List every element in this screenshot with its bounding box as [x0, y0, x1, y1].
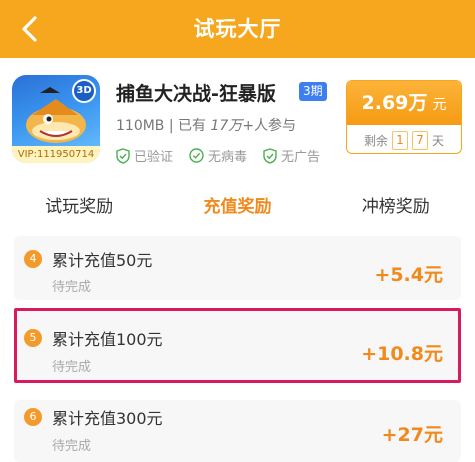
cert-label: 已验证: [134, 150, 174, 165]
task-number-badge: 4: [24, 250, 42, 268]
game-card: 3D VIP:111950714 捕鱼大决战-狂暴版 3期 110MB | 已有…: [0, 58, 475, 180]
meta-divider: |: [168, 118, 174, 134]
tab-ranking-reward[interactable]: 冲榜奖励: [317, 184, 475, 230]
app-header: 试玩大厅: [0, 0, 475, 58]
phase-badge: 3期: [299, 82, 327, 101]
tab-trial-reward[interactable]: 试玩奖励: [0, 184, 158, 230]
vip-id-tag: VIP:111950714: [12, 146, 100, 163]
participants-prefix: 已有: [178, 118, 207, 134]
task-status: 待完成: [52, 439, 92, 454]
shield-check-icon: [116, 147, 130, 164]
certification-row: 已验证 无病毒 无广告: [116, 146, 320, 165]
task-status: 待完成: [52, 280, 92, 295]
participants-suffix: +人参与: [242, 118, 297, 134]
task-reward: +27元: [381, 424, 443, 446]
task-reward: +5.4元: [374, 264, 443, 286]
remaining-unit: 天: [432, 133, 445, 148]
task-title: 累计充值50元: [52, 251, 153, 270]
task-row[interactable]: 4 累计充值50元 待完成 +5.4元: [14, 236, 461, 300]
game-size: 110MB: [116, 118, 165, 134]
remaining-label: 剩余: [363, 133, 388, 148]
game-name: 捕鱼大决战-狂暴版: [116, 83, 276, 105]
reward-total: 2.69万 元: [347, 81, 461, 125]
task-status: 待完成: [52, 360, 92, 375]
task-row[interactable]: 5 累计充值100元 待完成 +10.8元: [14, 309, 461, 383]
reward-unit: 元: [432, 97, 447, 113]
task-row[interactable]: 6 累计充值300元 待完成 +27元: [14, 400, 461, 462]
cert-no-virus: 无病毒: [189, 146, 247, 165]
game-app-icon[interactable]: 3D VIP:111950714: [12, 75, 100, 163]
task-title: 累计充值300元: [52, 409, 163, 428]
remaining-days: 剩余 1 7 天: [347, 125, 461, 153]
page-title: 试玩大厅: [193, 17, 282, 41]
tab-recharge-reward[interactable]: 充值奖励: [158, 184, 316, 230]
cert-label: 无病毒: [208, 150, 248, 165]
reward-amount: 2.69万: [361, 92, 428, 114]
remaining-digit: 7: [412, 130, 428, 150]
participants-count: 17万: [210, 118, 243, 134]
game-meta: 110MB | 已有 17万+人参与: [116, 115, 296, 135]
task-number-badge: 5: [24, 329, 42, 347]
task-number-badge: 6: [24, 408, 42, 426]
cert-no-ads: 无广告: [263, 146, 320, 165]
shield-check-icon: [263, 147, 277, 164]
cert-verified: 已验证: [116, 146, 173, 165]
task-title: 累计充值100元: [52, 330, 163, 349]
3d-badge: 3D: [72, 79, 96, 103]
total-reward-box: 2.69万 元 剩余 1 7 天: [346, 80, 462, 154]
task-reward: +10.8元: [361, 343, 443, 365]
cert-label: 无广告: [281, 150, 321, 165]
check-circle-icon: [189, 148, 204, 163]
remaining-digit: 1: [392, 130, 408, 150]
reward-tabs: 试玩奖励 充值奖励 冲榜奖励: [0, 184, 475, 230]
